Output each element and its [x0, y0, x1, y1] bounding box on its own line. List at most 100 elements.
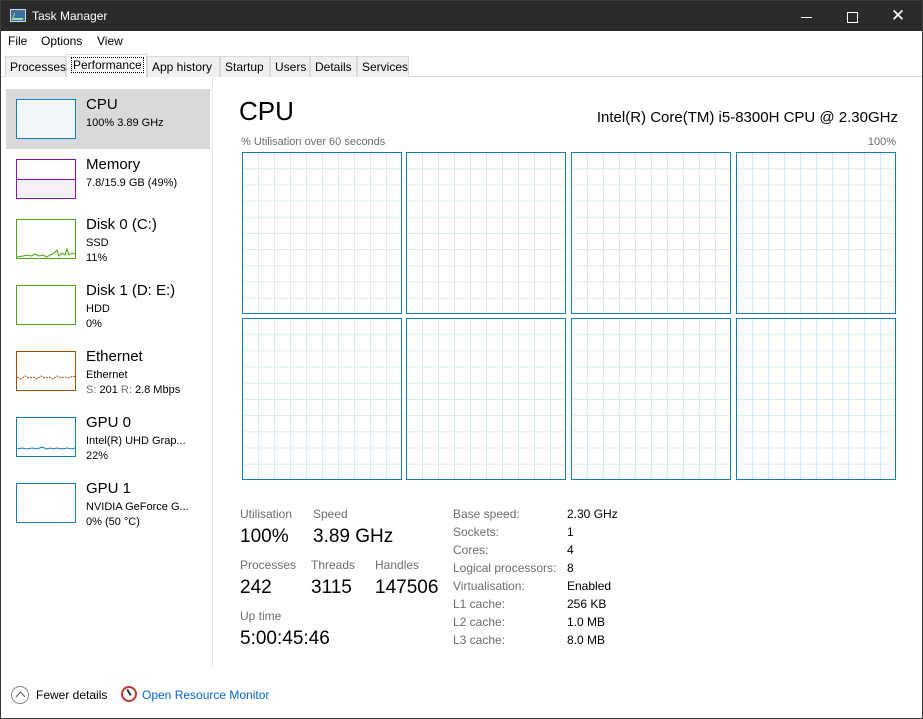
- processes-value: 242: [240, 577, 272, 598]
- sidebar-item-gpu-0[interactable]: GPU 0 Intel(R) UHD Grap... 22%: [6, 407, 210, 467]
- tab-processes[interactable]: Processes: [5, 56, 66, 77]
- tab-app-history[interactable]: App history: [147, 56, 220, 77]
- spec-label: L3 cache:: [453, 633, 506, 647]
- sidebar-item-label: Disk 1 (D: E:): [86, 282, 176, 299]
- spec-label: Sockets:: [453, 525, 500, 539]
- threads-label: Threads: [311, 558, 356, 572]
- tab-bar: Processes Performance App history Startu…: [1, 52, 922, 78]
- memory-thumbnail-graph: [16, 159, 76, 199]
- open-resource-monitor-link[interactable]: Open Resource Monitor: [142, 688, 269, 702]
- chevron-up-icon[interactable]: [11, 686, 29, 704]
- gpu0-activity-line: [17, 446, 75, 450]
- tab-services[interactable]: Services: [357, 56, 409, 77]
- sidebar-item-detail: 100% 3.89 GHz: [86, 117, 164, 129]
- ethernet-send-value: 201: [99, 384, 118, 396]
- footer: Fewer details Open Resource Monitor: [1, 677, 922, 718]
- sidebar-item-disk-0[interactable]: Disk 0 (C:) SSD 11%: [6, 209, 210, 269]
- task-manager-icon: [10, 9, 26, 22]
- sidebar-item-value: 0%: [86, 318, 102, 330]
- gpu1-thumbnail-graph: [16, 483, 76, 523]
- memory-usage-fill: [17, 179, 75, 198]
- tab-performance[interactable]: Performance: [66, 54, 147, 78]
- ethernet-activity-line: [17, 375, 75, 380]
- sidebar-item-label: Memory: [86, 156, 141, 173]
- speed-value: 3.89 GHz: [313, 526, 394, 547]
- logical-processor-graph: [736, 318, 896, 480]
- sidebar-item-disk-1[interactable]: Disk 1 (D: E:) HDD 0%: [6, 275, 210, 335]
- resource-sidebar: CPU 100% 3.89 GHz Memory 7.8/15.9 GB (49…: [1, 78, 213, 666]
- logical-processor-graph: [406, 318, 566, 480]
- uptime-value: 5:00:45:46: [240, 628, 330, 649]
- spec-value: 8.0 MB: [567, 633, 606, 647]
- title-bar: Task Manager ✕: [1, 1, 922, 31]
- sidebar-item-label: Disk 0 (C:): [86, 216, 157, 233]
- sidebar-item-value: S: 201 R: 2.8 Mbps: [86, 384, 180, 396]
- tab-users[interactable]: Users: [270, 56, 310, 77]
- cpu-thumbnail-graph: [16, 99, 76, 139]
- maximize-button[interactable]: [829, 1, 875, 31]
- utilisation-value: 100%: [240, 526, 289, 547]
- spec-label: Virtualisation:: [453, 579, 525, 593]
- menu-file[interactable]: File: [8, 34, 27, 48]
- close-icon: ✕: [890, 6, 906, 26]
- handles-label: Handles: [375, 558, 420, 572]
- processes-label: Processes: [240, 558, 297, 572]
- speed-label: Speed: [313, 507, 348, 521]
- logical-processor-graph: [406, 152, 566, 314]
- uptime-label: Up time: [240, 609, 282, 623]
- resource-monitor-icon: [121, 686, 137, 702]
- logical-processor-graph: [571, 152, 731, 314]
- ethernet-receive-value: 2.8 Mbps: [134, 384, 181, 396]
- close-button[interactable]: ✕: [875, 1, 921, 31]
- sidebar-item-cpu[interactable]: CPU 100% 3.89 GHz: [6, 89, 210, 149]
- ethernet-thumbnail-graph: [16, 351, 76, 391]
- tab-details[interactable]: Details: [310, 56, 357, 77]
- sidebar-item-ethernet[interactable]: Ethernet Ethernet S: 201 R: 2.8 Mbps: [6, 341, 210, 401]
- sidebar-item-label: Ethernet: [86, 348, 143, 365]
- window-title: Task Manager: [32, 9, 108, 23]
- sidebar-item-label: GPU 1: [86, 480, 132, 497]
- sidebar-item-detail: 7.8/15.9 GB (49%): [86, 177, 178, 189]
- sidebar-item-gpu-1[interactable]: GPU 1 NVIDIA GeForce G... 0% (50 °C): [6, 473, 210, 533]
- sidebar-item-detail: NVIDIA GeForce G...: [86, 501, 189, 513]
- spec-label: Cores:: [453, 543, 489, 557]
- graph-max-label: 100%: [867, 136, 896, 148]
- ethernet-receive-label: R:: [120, 384, 132, 396]
- menu-options[interactable]: Options: [41, 34, 82, 48]
- graph-caption: % Utilisation over 60 seconds: [241, 136, 386, 148]
- task-manager-window: Task Manager ✕ File Options View Process…: [0, 0, 923, 719]
- sidebar-item-label: GPU 0: [86, 414, 132, 431]
- spec-value: 1: [567, 525, 574, 539]
- spec-label: L1 cache:: [453, 597, 506, 611]
- threads-value: 3115: [311, 577, 352, 598]
- spec-label: L2 cache:: [453, 615, 506, 629]
- logical-processor-graph: [242, 152, 402, 314]
- sidebar-item-detail: SSD: [86, 237, 109, 249]
- spec-value: 256 KB: [567, 597, 607, 611]
- menu-bar: File Options View: [1, 31, 922, 52]
- spec-label: Base speed:: [453, 507, 520, 521]
- spec-value: 4: [567, 543, 574, 557]
- gpu0-thumbnail-graph: [16, 417, 76, 457]
- spec-value: 2.30 GHz: [567, 507, 618, 521]
- sidebar-item-detail: Intel(R) UHD Grap...: [86, 435, 186, 447]
- tab-startup[interactable]: Startup: [220, 56, 270, 77]
- sidebar-item-value: 22%: [86, 450, 109, 462]
- sidebar-item-label: CPU: [86, 96, 118, 113]
- sidebar-item-memory[interactable]: Memory 7.8/15.9 GB (49%): [6, 149, 210, 209]
- maximize-icon: [846, 11, 858, 23]
- cpu-model-name: Intel(R) Core(TM) i5-8300H CPU @ 2.30GHz: [596, 109, 898, 126]
- minimize-icon: [800, 16, 812, 18]
- menu-view[interactable]: View: [97, 34, 123, 48]
- logical-processor-graph: [571, 318, 731, 480]
- ethernet-send-label: S:: [86, 384, 97, 396]
- sidebar-item-value: 0% (50 °C): [86, 516, 140, 528]
- sidebar-item-detail: HDD: [86, 303, 110, 315]
- fewer-details-button[interactable]: Fewer details: [36, 688, 107, 702]
- minimize-button[interactable]: [783, 1, 829, 31]
- spec-label: Logical processors:: [453, 561, 557, 575]
- sidebar-item-detail: Ethernet: [86, 369, 128, 381]
- logical-processor-graph: [736, 152, 896, 314]
- spec-value: 8: [567, 561, 574, 575]
- page-title: CPU: [239, 96, 294, 126]
